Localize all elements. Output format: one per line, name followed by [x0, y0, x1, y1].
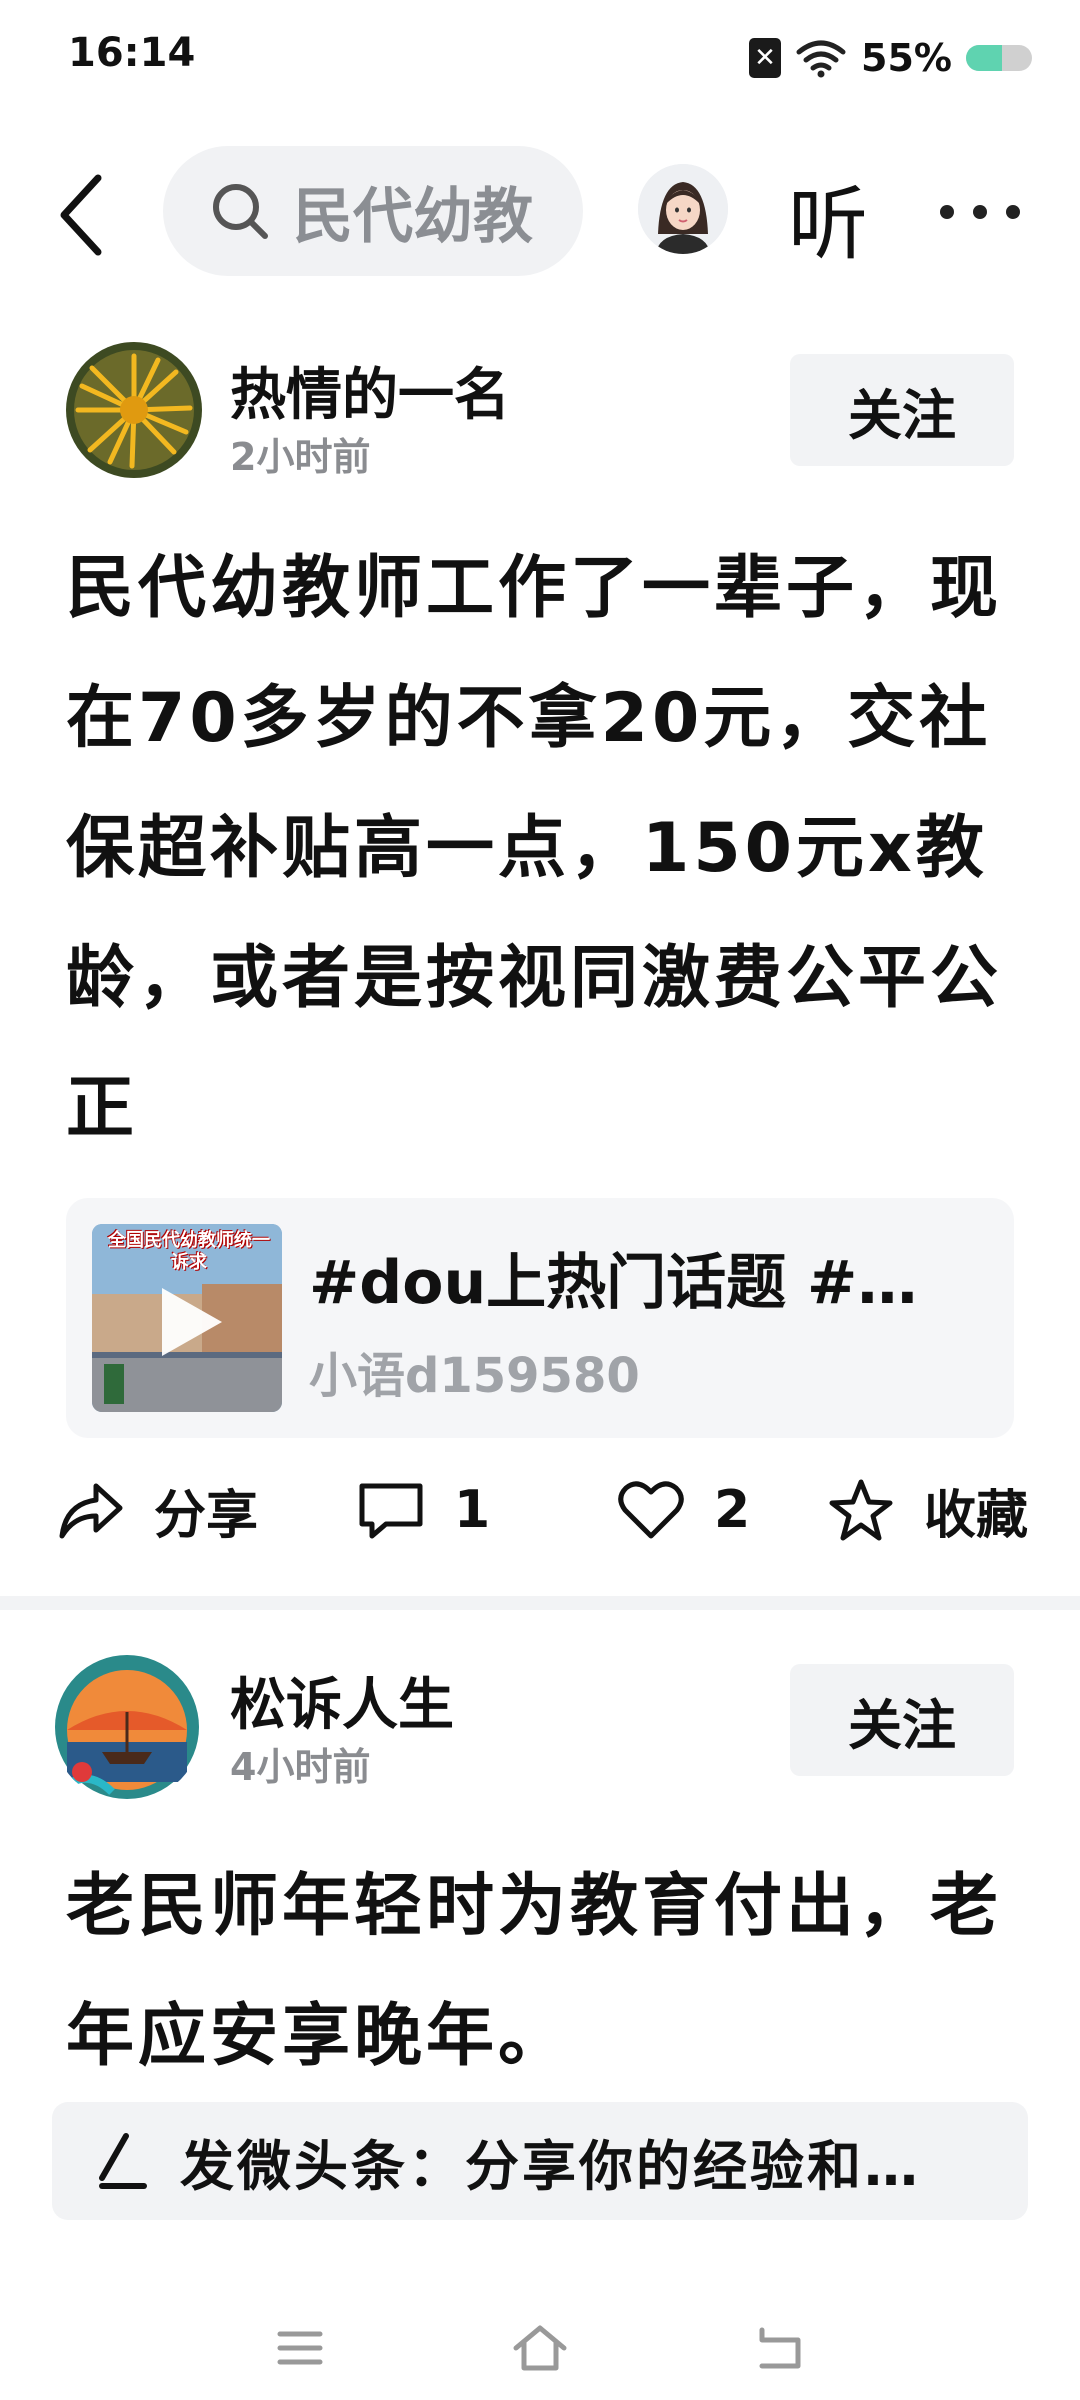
more-dot — [940, 205, 954, 219]
author-name[interactable]: 热情的一名 — [230, 350, 510, 431]
post-author-row: 松诉人生 4小时前 关注 — [55, 1652, 1014, 1799]
post-body[interactable]: 老民师年轻时为教育付出，老年应安享晚年。 — [66, 1842, 1016, 2102]
like-count: 2 — [714, 1480, 751, 1540]
more-dot — [973, 205, 987, 219]
search-icon — [213, 184, 268, 239]
compose-bar[interactable]: 发微头条：分享你的经验和… — [52, 2102, 1028, 2220]
listen-button[interactable]: 听 — [788, 160, 868, 276]
follow-button[interactable]: 关注 — [790, 1664, 1014, 1776]
compose-placeholder: 发微头条：分享你的经验和… — [180, 2134, 921, 2198]
status-icons: ✕ 55% — [749, 34, 1032, 82]
author-name[interactable]: 松诉人生 — [230, 1660, 454, 1741]
author-avatar[interactable] — [66, 342, 202, 478]
post-actions: 分享 1 2 收藏 — [56, 1470, 1036, 1550]
system-nav-bar — [0, 2300, 1080, 2400]
status-bar: 16:14 ✕ 55% — [0, 0, 1080, 110]
no-sim-icon: ✕ — [749, 38, 782, 78]
video-thumbnail[interactable]: 全国民代幼教师统一诉求 — [92, 1224, 282, 1412]
status-time: 16:14 — [68, 30, 196, 76]
more-icon[interactable] — [940, 200, 1020, 224]
star-icon — [829, 1479, 893, 1541]
sunset-boat-image — [55, 1655, 199, 1799]
heart-icon — [618, 1481, 684, 1539]
comment-count: 1 — [454, 1480, 491, 1540]
pen-icon — [99, 2133, 147, 2189]
header: 民代幼教 听 — [0, 140, 1080, 280]
search-text: 民代幼教 — [293, 181, 533, 252]
battery-percent: 55% — [861, 36, 952, 80]
author-avatar[interactable] — [52, 1652, 202, 1802]
video-source[interactable]: 小语d159580 — [309, 1336, 640, 1406]
thumbnail-caption: 全国民代幼教师统一诉求 — [108, 1230, 270, 1273]
play-icon — [162, 1288, 222, 1356]
back-nav-icon[interactable] — [752, 2318, 812, 2378]
battery-fill — [966, 45, 1003, 71]
avatar[interactable] — [638, 164, 728, 254]
back-icon[interactable] — [52, 170, 112, 260]
post-body[interactable]: 民代幼教师工作了一辈子，现在70多岁的不拿20元，交社保超补贴高一点，150元x… — [66, 524, 1016, 1174]
search-input[interactable]: 民代幼教 — [163, 146, 583, 276]
flower-image — [66, 342, 202, 478]
follow-button[interactable]: 关注 — [790, 354, 1014, 466]
avatar-illustration — [638, 164, 728, 254]
share-icon — [59, 1483, 123, 1539]
post-author-row: 热情的一名 2小时前 关注 — [66, 342, 1014, 482]
battery-icon — [966, 45, 1032, 71]
like-button[interactable]: 2 — [616, 1470, 750, 1550]
favorite-label: 收藏 — [924, 1485, 1029, 1546]
comment-button[interactable]: 1 — [356, 1470, 490, 1550]
menu-icon[interactable] — [270, 2318, 330, 2378]
video-title[interactable]: #dou上热门话题 #… — [309, 1234, 989, 1321]
video-card[interactable]: 全国民代幼教师统一诉求 #dou上热门话题 #… 小语d159580 — [66, 1198, 1014, 1438]
home-icon[interactable] — [510, 2318, 570, 2378]
post-divider — [0, 1596, 1080, 1610]
favorite-button[interactable]: 收藏 — [826, 1470, 1028, 1550]
post-time: 2小时前 — [230, 435, 371, 479]
share-button[interactable]: 分享 — [56, 1470, 258, 1550]
comment-icon — [359, 1483, 423, 1539]
share-label: 分享 — [154, 1485, 259, 1546]
post-time: 4小时前 — [230, 1745, 371, 1789]
wifi-icon — [796, 40, 846, 78]
more-dot — [1006, 205, 1020, 219]
